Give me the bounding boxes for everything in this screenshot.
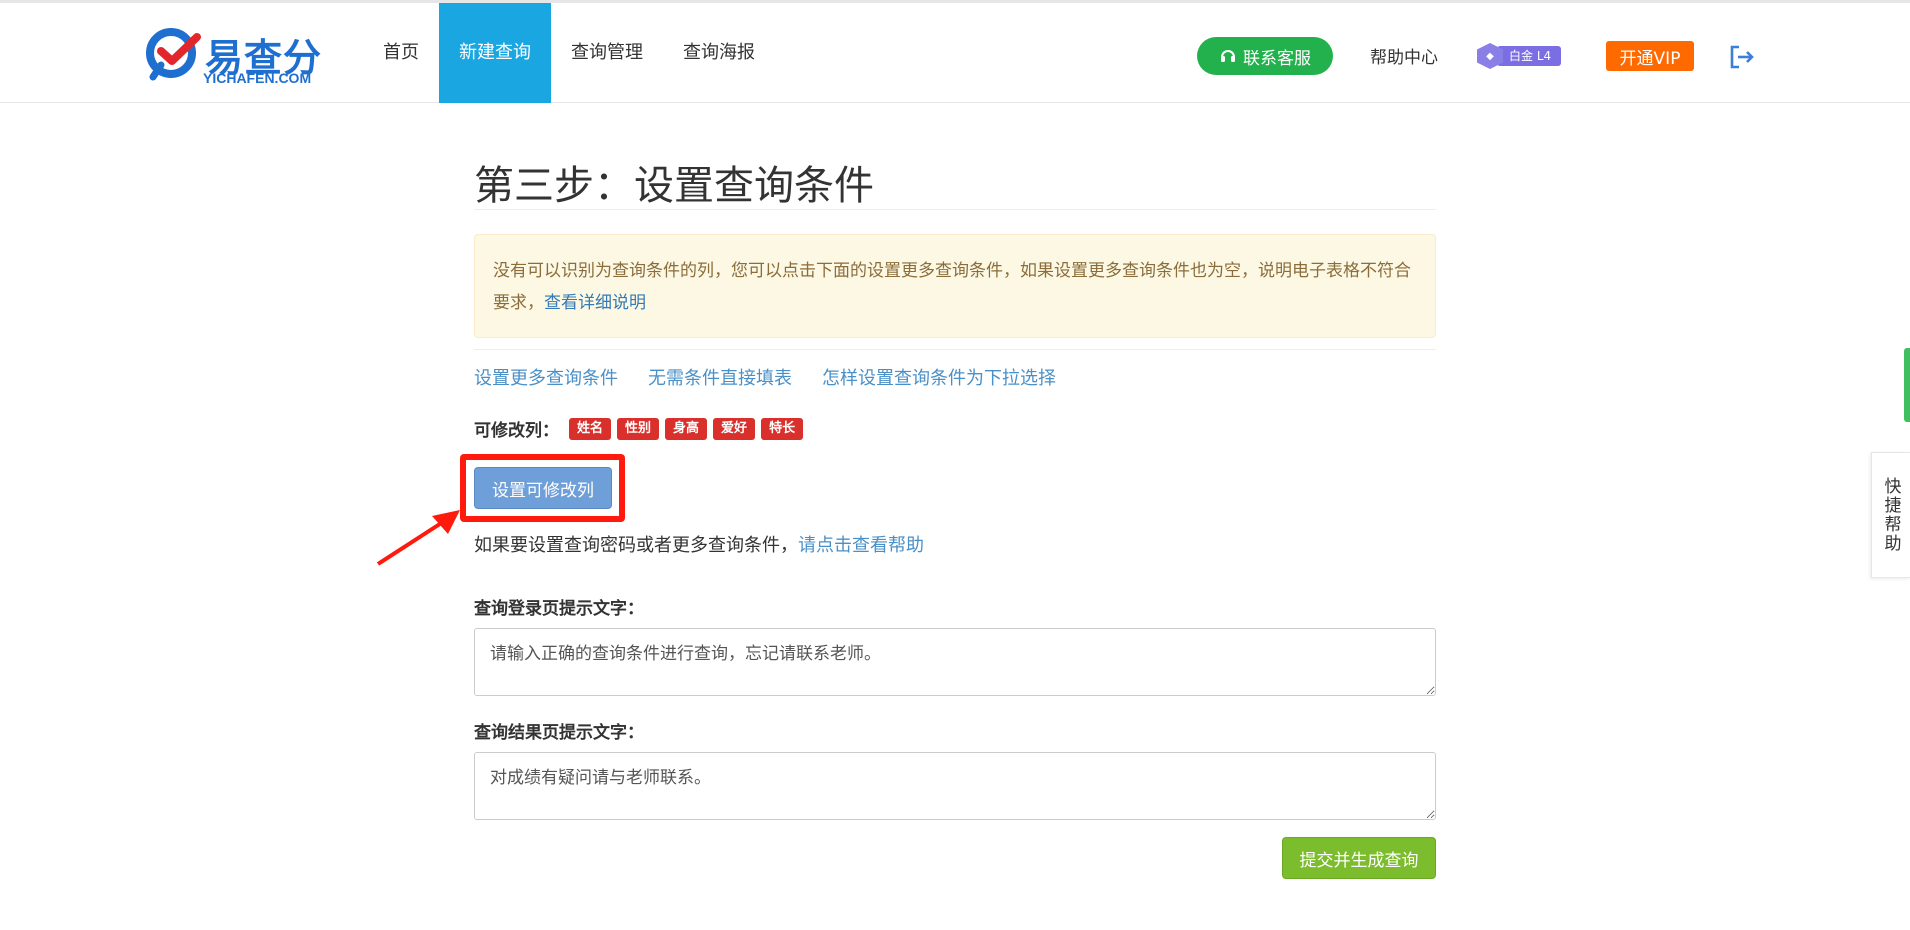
side-scroll-indicator[interactable] <box>1904 348 1910 422</box>
result-tip-label: 查询结果页提示文字： <box>474 723 644 743</box>
action-links: 设置更多查询条件 无需条件直接填表 怎样设置查询条件为下拉选择 <box>474 364 1056 390</box>
column-tag: 姓名 <box>569 417 612 440</box>
login-tip-textarea[interactable]: 请输入正确的查询条件进行查询，忘记请联系老师。 <box>474 628 1436 696</box>
dropdown-condition-help-link[interactable]: 怎样设置查询条件为下拉选择 <box>822 364 1056 390</box>
page-title: 第三步：设置查询条件 <box>474 163 874 209</box>
nav-new-query[interactable]: 新建查询 <box>439 3 551 103</box>
warning-alert: 没有可以识别为查询条件的列，您可以点击下面的设置更多查询条件，如果设置更多查询条… <box>474 234 1436 338</box>
submit-generate-button[interactable]: 提交并生成查询 <box>1282 837 1436 879</box>
title-divider <box>474 209 1436 210</box>
column-tag: 性别 <box>617 417 660 440</box>
nav-query-management[interactable]: 查询管理 <box>551 3 663 103</box>
login-tip-label: 查询登录页提示文字： <box>474 599 644 619</box>
level-badge[interactable]: ◆ 白金 L4 <box>1477 43 1567 69</box>
column-tag: 特长 <box>761 417 804 440</box>
contact-service-button[interactable]: 联系客服 <box>1197 37 1333 75</box>
view-help-link[interactable]: 请点击查看帮助 <box>798 535 924 556</box>
logo-subtext: YICHAFEN.COM <box>203 70 312 86</box>
set-editable-columns-button[interactable]: 设置可修改列 <box>474 467 612 509</box>
column-tag: 爱好 <box>713 417 756 440</box>
editable-columns-row: 可修改列： 姓名 性别 身高 爱好 特长 <box>474 416 804 441</box>
alert-divider <box>474 349 1436 350</box>
help-line: 如果要设置查询密码或者更多查询条件，请点击查看帮助 <box>474 531 924 557</box>
help-line-text: 如果要设置查询密码或者更多查询条件， <box>474 535 798 556</box>
top-header: 易查分 YICHAFEN.COM 首页 新建查询 查询管理 查询海报 联系客服 … <box>0 0 1910 103</box>
result-tip-textarea[interactable]: 对成绩有疑问请与老师联系。 <box>474 752 1436 820</box>
help-center-link[interactable]: 帮助中心 <box>1370 43 1438 68</box>
alert-detail-link[interactable]: 查看详细说明 <box>544 293 646 313</box>
open-vip-button[interactable]: 开通VIP <box>1606 41 1694 71</box>
column-tag: 身高 <box>665 417 708 440</box>
contact-service-label: 联系客服 <box>1243 48 1311 69</box>
editable-columns-label: 可修改列： <box>474 421 559 441</box>
fill-without-conditions-link[interactable]: 无需条件直接填表 <box>648 364 792 390</box>
logo-icon <box>146 28 201 81</box>
set-more-conditions-link[interactable]: 设置更多查询条件 <box>474 364 618 390</box>
quick-help-tab[interactable]: 快捷帮助 <box>1871 452 1910 578</box>
headset-icon <box>1221 50 1235 62</box>
logout-icon[interactable] <box>1728 43 1756 71</box>
main-nav: 首页 新建查询 查询管理 查询海报 <box>363 3 775 103</box>
nav-home[interactable]: 首页 <box>363 3 439 103</box>
pointer-arrow-icon <box>376 510 460 566</box>
level-label: 白金 L4 <box>1497 46 1562 66</box>
nav-query-poster[interactable]: 查询海报 <box>663 3 775 103</box>
logo[interactable]: 易查分 YICHAFEN.COM <box>145 25 330 86</box>
